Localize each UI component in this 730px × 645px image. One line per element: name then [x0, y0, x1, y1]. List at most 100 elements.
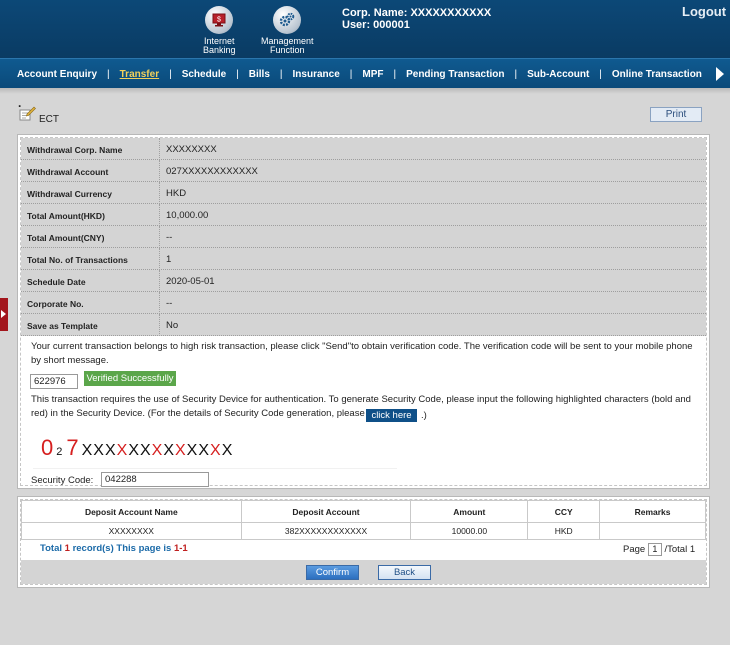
code-char: X	[128, 442, 139, 459]
info-row: Schedule Date 2020-05-01	[21, 270, 706, 292]
info-divider	[159, 226, 160, 248]
info-value: --	[166, 232, 173, 243]
code-char: 2	[56, 446, 63, 458]
info-label: Save as Template	[27, 321, 98, 331]
menu-item-insurance[interactable]: Insurance	[283, 69, 350, 80]
code-char-highlighted: X	[210, 442, 221, 459]
info-value: 1	[166, 254, 172, 265]
menu-item-sub-account[interactable]: Sub-Account	[517, 69, 599, 80]
info-row: Total Amount(CNY) --	[21, 226, 706, 248]
code-char-highlighted: X	[151, 442, 163, 459]
menu-item-transfer[interactable]: Transfer	[110, 69, 169, 80]
table-cell: 10000.00	[410, 522, 529, 540]
column-header: Deposit Account	[240, 500, 412, 523]
records-prefix: Total	[40, 543, 62, 554]
code-char-highlighted: 7	[66, 435, 79, 460]
back-button[interactable]: Back	[378, 565, 431, 580]
info-divider	[159, 138, 160, 160]
menu-item-account-enquiry[interactable]: Account Enquiry	[7, 69, 107, 80]
print-button[interactable]: Print	[650, 107, 702, 122]
info-value: 2020-05-01	[166, 276, 215, 287]
nav-label-line2: Banking	[203, 45, 236, 55]
user-id: User: 000001	[342, 19, 410, 31]
monitor-icon: $	[205, 6, 234, 34]
table-row: XXXXXXXX 382XXXXXXXXXXXX 10000.00 HKD	[21, 522, 706, 540]
info-label: Withdrawal Currency	[27, 189, 112, 199]
code-char: X	[104, 442, 116, 459]
info-row: Total No. of Transactions 1	[21, 248, 706, 270]
pager: Page 1 /Total 1	[623, 543, 695, 556]
nav-internet-banking[interactable]: $ Internet Banking	[203, 6, 236, 55]
info-label: Total Amount(CNY)	[27, 233, 105, 243]
transaction-info-table: Withdrawal Corp. Name XXXXXXXX Withdrawal …	[21, 138, 706, 336]
records-range: 1-1	[173, 543, 188, 554]
logout-link[interactable]: Logout	[682, 4, 726, 19]
verification-section: Your current transaction belongs to high…	[21, 337, 706, 487]
page-title: ECT	[39, 114, 59, 125]
menu-item-mpf[interactable]: MPF	[352, 69, 393, 80]
menu-item-schedule[interactable]: Schedule	[172, 69, 236, 80]
column-header: Deposit Account Name	[21, 500, 242, 523]
info-value: HKD	[166, 188, 187, 199]
info-label: Withdrawal Corp. Name	[27, 145, 123, 155]
corp-name: Corp. Name: XXXXXXXXXXX	[342, 7, 492, 19]
info-value: No	[166, 320, 179, 331]
top-header: $ Internet Banking Management Function C…	[0, 0, 730, 58]
info-value: XXXXXXXX	[166, 144, 217, 155]
page-label: Page	[623, 544, 646, 556]
action-bar: Confirm Back	[21, 560, 706, 584]
column-header: Remarks	[599, 500, 706, 523]
menu-item-pending-transaction[interactable]: Pending Transaction	[396, 69, 514, 80]
page-total: /Total 1	[664, 544, 696, 556]
security-code-label: Security Code:	[31, 475, 94, 486]
sms-code-input[interactable]: 622976	[30, 374, 78, 389]
security-code-input[interactable]: 042288	[101, 472, 209, 487]
table-cell: 382XXXXXXXXXXXX	[240, 522, 412, 540]
code-char: X	[198, 442, 210, 459]
menu-item-online-transaction[interactable]: Online Transaction	[602, 69, 712, 80]
menu-items: Account Enquiry | Transfer | Schedule | Bills |…	[7, 59, 712, 89]
deposit-panel: Deposit Account Name Deposit Account Amoun…	[17, 496, 710, 588]
info-row: Total Amount(HKD) 10,000.00	[21, 204, 706, 226]
records-mid: record(s) This page is	[72, 543, 172, 554]
column-header: Amount	[410, 500, 529, 523]
info-value: 10,000.00	[166, 210, 209, 221]
code-char-highlighted: X	[116, 442, 128, 459]
info-divider	[159, 182, 160, 204]
code-char: X	[186, 442, 198, 459]
info-row: Corporate No. --	[21, 292, 706, 314]
page-number-input[interactable]: 1	[647, 543, 662, 556]
info-row: Save as Template No	[21, 314, 706, 336]
info-divider	[159, 292, 160, 314]
deposit-table-header: Deposit Account Name Deposit Account Amoun…	[21, 500, 706, 523]
code-char-highlighted: X	[175, 442, 186, 459]
table-cell: HKD	[527, 522, 601, 540]
info-divider	[159, 204, 160, 226]
side-expand-tab[interactable]	[0, 298, 8, 331]
menu-scroll-right-icon[interactable]	[716, 67, 724, 81]
info-value: 027XXXXXXXXXXXX	[166, 166, 258, 177]
menu-item-bills[interactable]: Bills	[239, 69, 280, 80]
sms-message: Your current transaction belongs to high…	[31, 341, 693, 366]
click-here-button[interactable]: click here	[366, 409, 417, 422]
verified-badge: Verified Successfully	[84, 371, 176, 386]
security-code-chars: 0 2 7 XXXXXXXXXXXXX	[41, 435, 233, 461]
nav-management-function[interactable]: Management Function	[261, 6, 314, 55]
code-char: X	[93, 442, 104, 459]
deposit-panel-inner: Deposit Account Name Deposit Account Amoun…	[20, 499, 707, 585]
info-label: Total No. of Transactions	[27, 255, 128, 265]
main-menu: Account Enquiry | Transfer | Schedule | Bills |…	[0, 58, 730, 88]
transaction-panel-inner: Withdrawal Corp. Name XXXXXXXX Withdrawal …	[20, 137, 707, 487]
info-divider	[159, 270, 160, 292]
svg-text:$: $	[217, 17, 221, 24]
code-char: X	[81, 442, 93, 459]
info-row: Withdrawal Currency HKD	[21, 182, 706, 204]
click-here-tail: .)	[421, 410, 427, 421]
info-row: Withdrawal Corp. Name XXXXXXXX	[21, 138, 706, 160]
info-value: --	[166, 298, 173, 309]
code-char-highlighted: 0	[41, 435, 54, 460]
info-divider	[159, 248, 160, 270]
code-char: X	[139, 442, 151, 459]
security-code-display: 0 2 7 XXXXXXXXXXXXX	[33, 427, 397, 469]
confirm-button[interactable]: Confirm	[306, 565, 359, 580]
